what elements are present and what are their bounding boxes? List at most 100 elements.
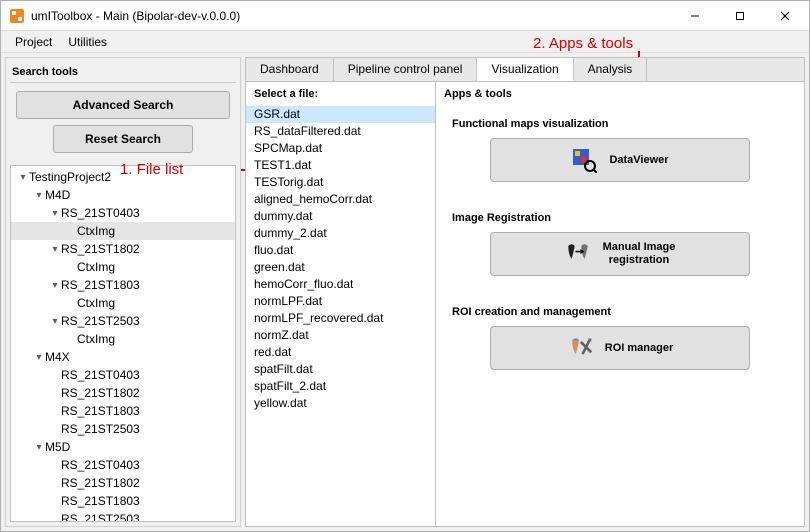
tree-node[interactable]: RS_21ST2503 xyxy=(11,420,235,438)
tree-node-label: CtxImg xyxy=(77,260,115,274)
reset-search-button[interactable]: Reset Search xyxy=(53,125,193,153)
apps-pane: Apps & tools Functional maps visualizati… xyxy=(436,82,804,526)
tree-node-label: RS_21ST1802 xyxy=(61,476,140,490)
tab-body: Select a file: GSR.datRS_dataFiltered.da… xyxy=(245,81,805,527)
tree-node-label: M4D xyxy=(45,188,70,202)
file-item[interactable]: normZ.dat xyxy=(246,327,435,344)
tree-twisty-icon[interactable]: ▾ xyxy=(17,172,29,183)
tree-node[interactable]: ▾M4D xyxy=(11,186,235,204)
advanced-search-button[interactable]: Advanced Search xyxy=(16,91,230,119)
file-list[interactable]: GSR.datRS_dataFiltered.datSPCMap.datTEST… xyxy=(246,106,435,526)
body: Search tools Advanced Search Reset Searc… xyxy=(1,53,809,531)
apps-button-label: ROI manager xyxy=(605,342,673,355)
file-item[interactable]: fluo.dat xyxy=(246,242,435,259)
window-buttons xyxy=(672,1,807,30)
file-item[interactable]: RS_dataFiltered.dat xyxy=(246,123,435,140)
tree-twisty-icon[interactable]: ▾ xyxy=(49,280,61,291)
tree-node-label: M4X xyxy=(45,350,70,364)
tree-node[interactable]: ▾RS_21ST1802 xyxy=(11,240,235,258)
tree-twisty-icon[interactable]: ▾ xyxy=(33,352,45,363)
tree-node-label: CtxImg xyxy=(77,296,115,310)
manual-image-registration-button[interactable]: Manual Imageregistration xyxy=(490,232,750,276)
tab-visualization[interactable]: Visualization xyxy=(477,58,573,81)
tree-twisty-icon[interactable]: ▾ xyxy=(33,190,45,201)
file-item[interactable]: spatFilt_2.dat xyxy=(246,378,435,395)
file-item[interactable]: spatFilt.dat xyxy=(246,361,435,378)
file-item[interactable]: dummy_2.dat xyxy=(246,225,435,242)
tree-twisty-icon[interactable]: ▾ xyxy=(33,442,45,453)
apps-group-label: ROI creation and management xyxy=(452,306,788,318)
tree-node[interactable]: RS_21ST0403 xyxy=(11,456,235,474)
file-item[interactable]: red.dat xyxy=(246,344,435,361)
tree-node-label: RS_21ST1803 xyxy=(61,278,140,292)
file-item[interactable]: GSR.dat xyxy=(246,106,435,123)
tab-pipeline-control-panel[interactable]: Pipeline control panel xyxy=(334,58,478,81)
tree-node[interactable]: RS_21ST2503 xyxy=(11,510,235,522)
tree-node[interactable]: RS_21ST1802 xyxy=(11,474,235,492)
tab-dashboard[interactable]: Dashboard xyxy=(246,58,334,81)
menu-utilities[interactable]: Utilities xyxy=(60,33,115,51)
file-item[interactable]: aligned_hemoCorr.dat xyxy=(246,191,435,208)
tree-node-label: RS_21ST1803 xyxy=(61,494,140,508)
tree-node[interactable]: RS_21ST0403 xyxy=(11,366,235,384)
file-item[interactable]: TESTorig.dat xyxy=(246,174,435,191)
tree-node-label: RS_21ST0403 xyxy=(61,368,140,382)
tree-node-label: RS_21ST0403 xyxy=(61,458,140,472)
tree-node-label: RS_21ST2503 xyxy=(61,314,140,328)
tree-node[interactable]: RS_21ST1802 xyxy=(11,384,235,402)
project-tree[interactable]: ▾TestingProject2▾M4D▾RS_21ST0403CtxImg▾R… xyxy=(10,165,236,522)
tree-node[interactable]: CtxImg xyxy=(11,294,235,312)
tree-node[interactable]: RS_21ST1803 xyxy=(11,402,235,420)
tree-node-label: M5D xyxy=(45,440,70,454)
tree-twisty-icon[interactable]: ▾ xyxy=(49,244,61,255)
apps-button-label: DataViewer xyxy=(609,154,668,167)
apps-group-label: Image Registration xyxy=(452,212,788,224)
tree-node[interactable]: CtxImg xyxy=(11,258,235,276)
tree-node-label: RS_21ST2503 xyxy=(61,512,140,522)
left-panel: Search tools Advanced Search Reset Searc… xyxy=(5,57,241,527)
tree-node[interactable]: ▾RS_21ST2503 xyxy=(11,312,235,330)
file-item[interactable]: normLPF.dat xyxy=(246,293,435,310)
file-item[interactable]: SPCMap.dat xyxy=(246,140,435,157)
tree-twisty-icon[interactable]: ▾ xyxy=(49,208,61,219)
tabs: DashboardPipeline control panelVisualiza… xyxy=(245,57,805,81)
apps-group: Functional maps visualization DataViewer xyxy=(436,106,804,200)
tree-node[interactable]: ▾RS_21ST0403 xyxy=(11,204,235,222)
tree-node-label: RS_21ST1803 xyxy=(61,404,140,418)
file-item[interactable]: normLPF_recovered.dat xyxy=(246,310,435,327)
right-panel: DashboardPipeline control panelVisualiza… xyxy=(245,57,805,527)
tree-node-label: RS_21ST1802 xyxy=(61,242,140,256)
dataviewer-button[interactable]: DataViewer xyxy=(490,138,750,182)
tree-node[interactable]: ▾TestingProject2 xyxy=(11,168,235,186)
tree-node[interactable]: ▾RS_21ST1803 xyxy=(11,276,235,294)
maximize-button[interactable] xyxy=(717,1,762,30)
file-item[interactable]: hemoCorr_fluo.dat xyxy=(246,276,435,293)
file-item[interactable]: dummy.dat xyxy=(246,208,435,225)
menubar: Project Utilities xyxy=(1,31,809,53)
tree-node-label: RS_21ST0403 xyxy=(61,206,140,220)
file-pane-header: Select a file: xyxy=(246,82,435,106)
tree-node[interactable]: ▾M5D xyxy=(11,438,235,456)
file-item[interactable]: TEST1.dat xyxy=(246,157,435,174)
file-item[interactable]: yellow.dat xyxy=(246,395,435,412)
file-pane: Select a file: GSR.datRS_dataFiltered.da… xyxy=(246,82,436,526)
apps-group: Image Registration Manual Imageregistrati… xyxy=(436,200,804,294)
roi-manager-icon xyxy=(567,335,593,361)
tree-twisty-icon[interactable]: ▾ xyxy=(49,316,61,327)
app-icon xyxy=(9,8,25,24)
file-item[interactable]: green.dat xyxy=(246,259,435,276)
apps-group-label: Functional maps visualization xyxy=(452,118,788,130)
tree-node-label: CtxImg xyxy=(77,224,115,238)
close-button[interactable] xyxy=(762,1,807,30)
tree-node[interactable]: CtxImg xyxy=(11,222,235,240)
minimize-button[interactable] xyxy=(672,1,717,30)
menu-project[interactable]: Project xyxy=(7,33,60,51)
manual-image-registration-icon xyxy=(565,241,591,267)
tree-node-label: CtxImg xyxy=(77,332,115,346)
roi-manager-button[interactable]: ROI manager xyxy=(490,326,750,370)
tree-node[interactable]: ▾M4X xyxy=(11,348,235,366)
window-title: umIToolbox - Main (Bipolar-dev-v.0.0.0) xyxy=(31,9,672,23)
tree-node[interactable]: CtxImg xyxy=(11,330,235,348)
tab-analysis[interactable]: Analysis xyxy=(574,58,648,81)
tree-node[interactable]: RS_21ST1803 xyxy=(11,492,235,510)
